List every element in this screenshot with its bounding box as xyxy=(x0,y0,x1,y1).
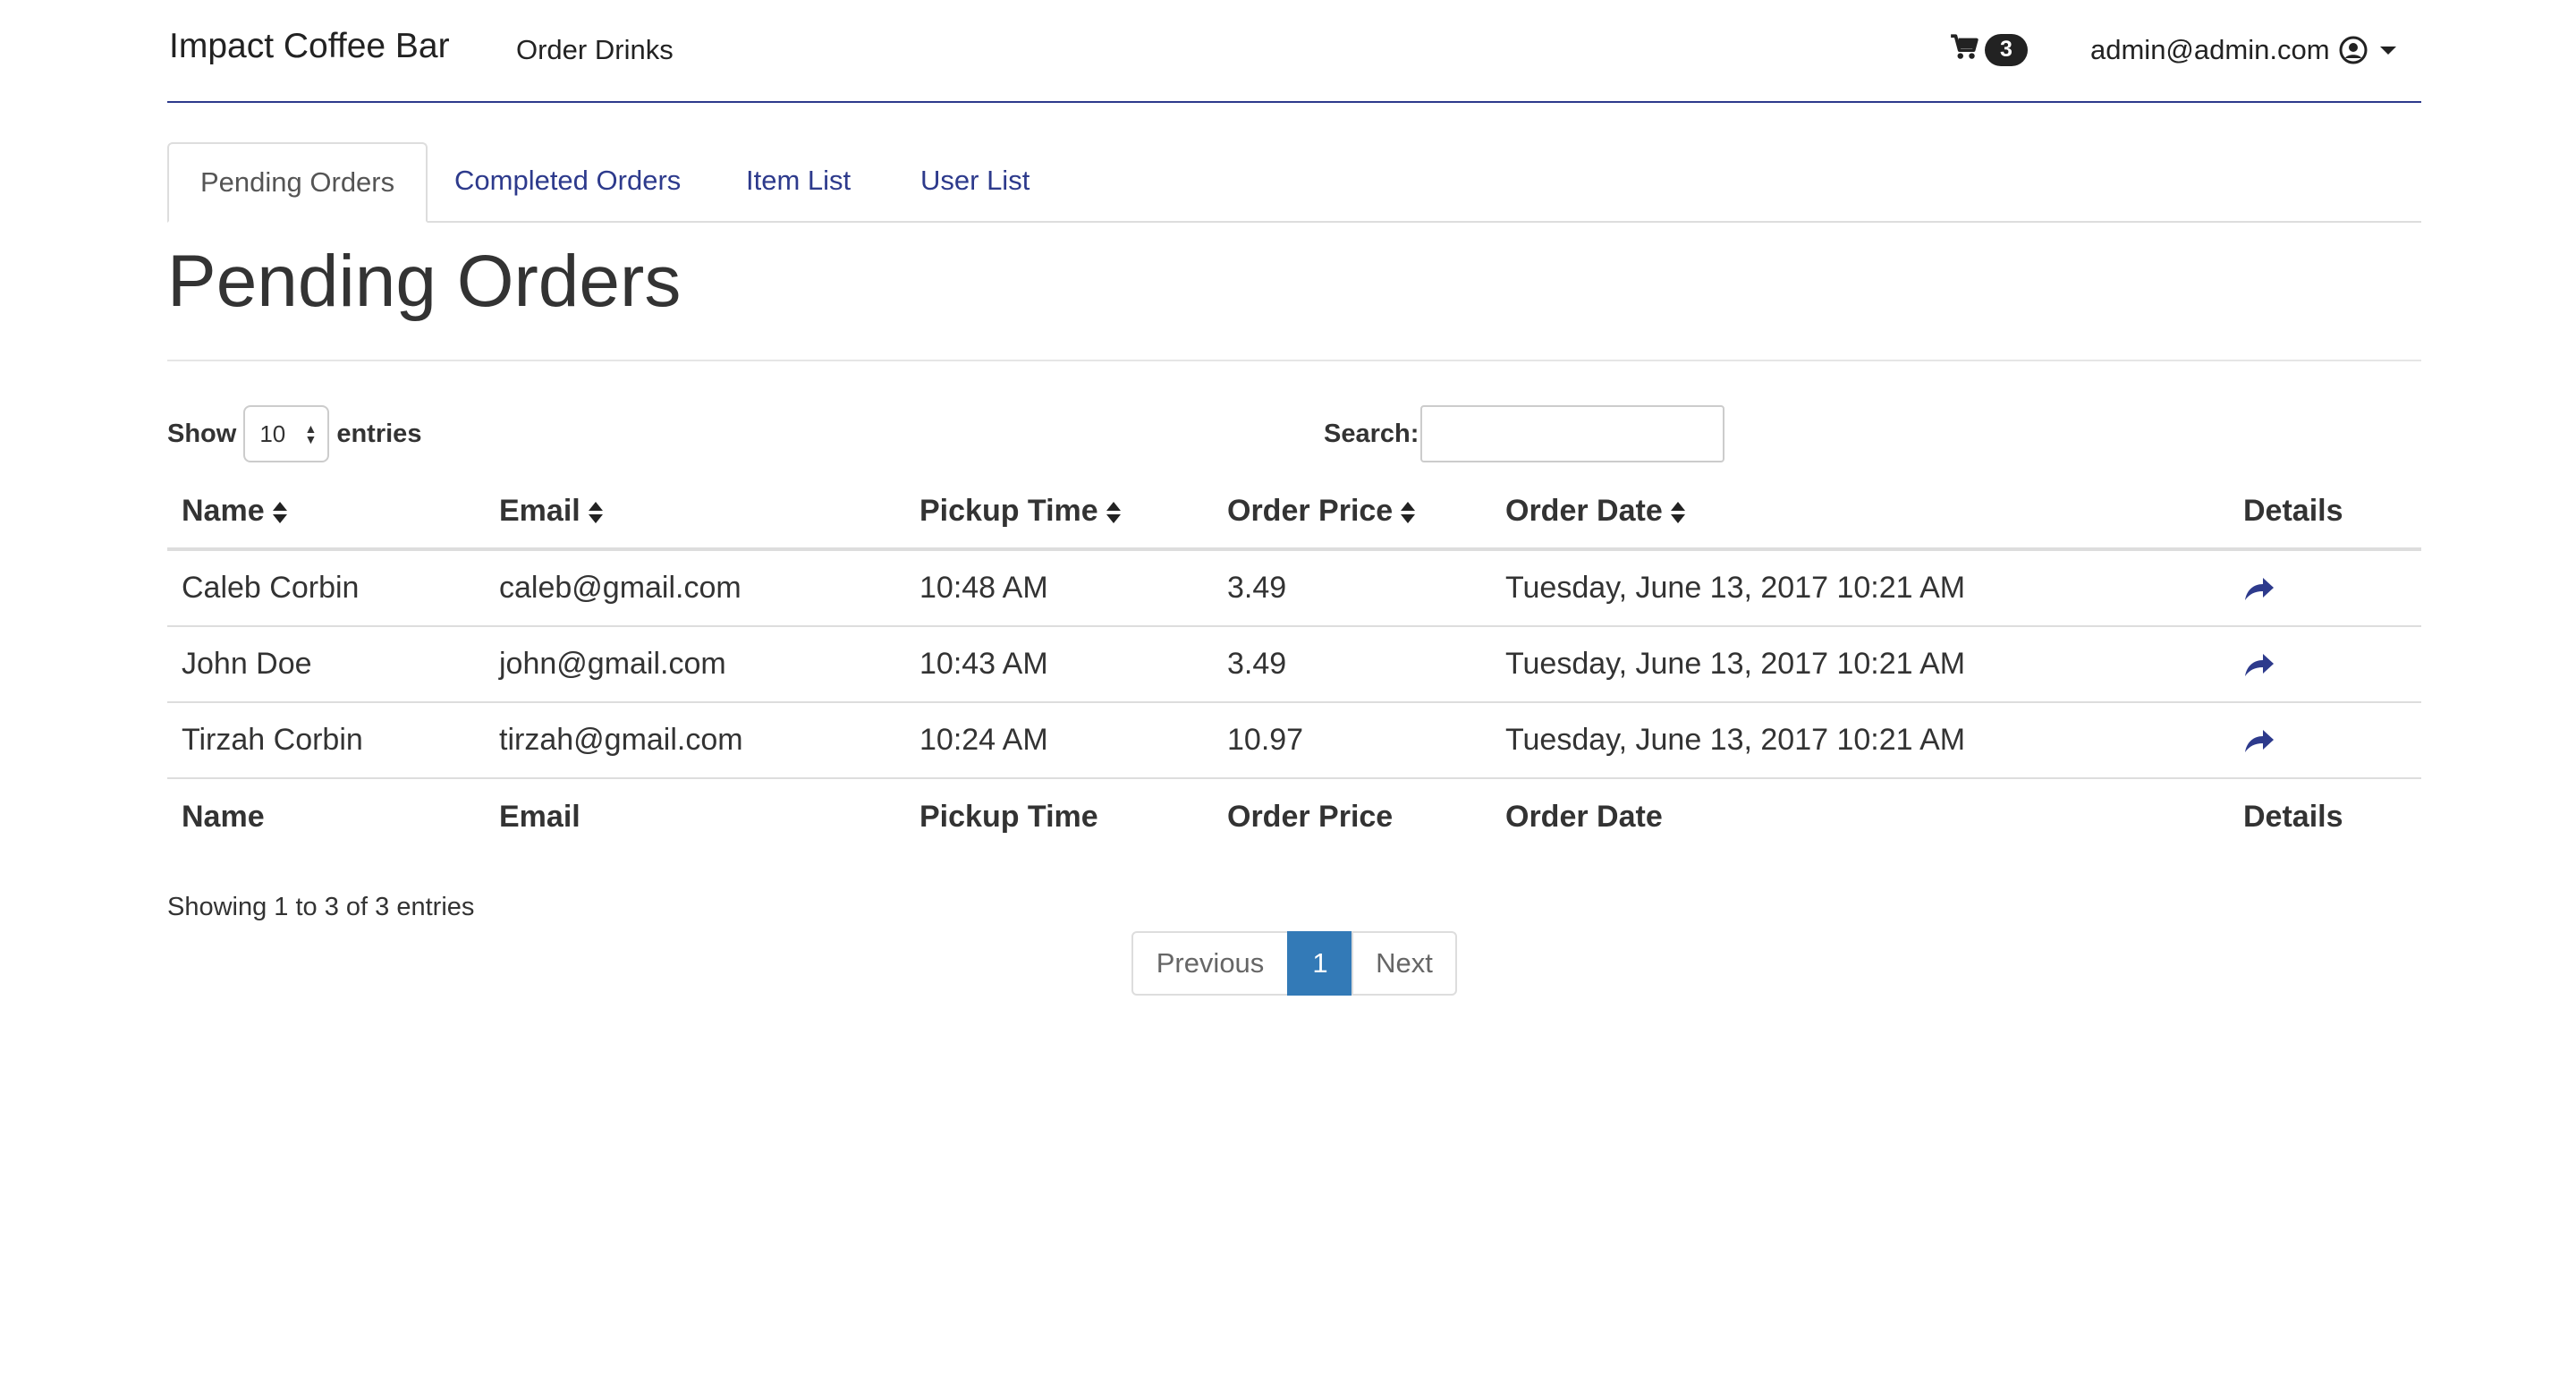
entries-select[interactable]: 10 ▲ ▼ xyxy=(243,405,330,462)
cell-order-date: Tuesday, June 13, 2017 10:21 AM xyxy=(1491,702,2229,779)
cell-email: john@gmail.com xyxy=(485,626,905,703)
previous-page-button[interactable]: Previous xyxy=(1131,931,1289,996)
footer-order-price: Order Price xyxy=(1227,799,1394,834)
sort-icon xyxy=(588,500,604,525)
share-arrow-icon xyxy=(2243,727,2407,754)
details-link[interactable] xyxy=(2229,549,2421,627)
cell-pickup-time: 10:48 AM xyxy=(905,549,1213,627)
page-title: Pending Orders xyxy=(167,241,682,322)
cell-email: tirzah@gmail.com xyxy=(485,702,905,779)
cell-pickup-time: 10:43 AM xyxy=(905,626,1213,703)
cell-email: caleb@gmail.com xyxy=(485,549,905,627)
table-row: Caleb Corbin caleb@gmail.com 10:48 AM 3.… xyxy=(167,549,2421,627)
sort-icon xyxy=(1670,500,1686,525)
footer-email: Email xyxy=(499,799,580,834)
footer-name: Name xyxy=(182,799,265,834)
select-arrows-icon: ▲ ▼ xyxy=(304,421,318,446)
cart-button[interactable]: 3 xyxy=(1949,32,2028,67)
search-input[interactable] xyxy=(1420,405,1725,462)
share-arrow-icon xyxy=(2243,651,2407,678)
brand-link[interactable]: Impact Coffee Bar xyxy=(169,27,450,66)
column-header-order-date[interactable]: Order Date xyxy=(1491,474,2229,551)
user-circle-icon xyxy=(2339,36,2368,64)
sort-icon xyxy=(1106,500,1122,525)
pagination: Previous 1 Next xyxy=(1131,931,1457,996)
column-header-email[interactable]: Email xyxy=(485,474,905,551)
footer-details: Details xyxy=(2243,799,2343,834)
entries-label: entries xyxy=(336,419,422,448)
footer-order-date: Order Date xyxy=(1505,799,1663,834)
cell-order-date: Tuesday, June 13, 2017 10:21 AM xyxy=(1491,549,2229,627)
tab-item-list[interactable]: Item List xyxy=(715,142,882,221)
table-row: John Doe john@gmail.com 10:43 AM 3.49 Tu… xyxy=(167,626,2421,703)
next-page-button[interactable]: Next xyxy=(1352,931,1457,996)
pending-orders-table: Name Email Pickup Time Order Price Order… xyxy=(167,474,2421,854)
table-row: Tirzah Corbin tirzah@gmail.com 10:24 AM … xyxy=(167,702,2421,779)
navbar: Impact Coffee Bar Order Drinks 3 admin@a… xyxy=(167,0,2421,103)
cart-count-badge: 3 xyxy=(1985,33,2028,66)
cell-order-price: 10.97 xyxy=(1213,702,1491,779)
entries-length-control: Show 10 ▲ ▼ entries xyxy=(167,404,421,463)
tab-completed-orders[interactable]: Completed Orders xyxy=(423,142,712,221)
table-info: Showing 1 to 3 of 3 entries xyxy=(167,893,475,921)
cell-pickup-time: 10:24 AM xyxy=(905,702,1213,779)
show-label: Show xyxy=(167,419,237,448)
order-drinks-link[interactable]: Order Drinks xyxy=(516,34,674,66)
cart-icon xyxy=(1949,32,1979,67)
cell-order-price: 3.49 xyxy=(1213,626,1491,703)
share-arrow-icon xyxy=(2243,575,2407,602)
divider xyxy=(167,360,2421,361)
column-header-order-price[interactable]: Order Price xyxy=(1213,474,1491,551)
tab-user-list[interactable]: User List xyxy=(889,142,1061,221)
column-header-details: Details xyxy=(2229,474,2421,551)
entries-select-value: 10 xyxy=(259,420,286,447)
column-header-pickup-time[interactable]: Pickup Time xyxy=(905,474,1213,551)
search-label: Search: xyxy=(1324,419,1419,448)
table-footer-row: Name Email Pickup Time Order Price Order… xyxy=(167,778,2421,854)
details-link[interactable] xyxy=(2229,626,2421,703)
details-link[interactable] xyxy=(2229,702,2421,779)
chevron-down-icon xyxy=(2379,46,2396,55)
sort-icon xyxy=(1400,500,1416,525)
page-1-button[interactable]: 1 xyxy=(1287,931,1353,996)
search-control: Search: xyxy=(1324,404,1725,463)
footer-pickup-time: Pickup Time xyxy=(919,799,1098,834)
user-email: admin@admin.com xyxy=(2090,34,2330,65)
admin-tabs: Pending Orders Completed Orders Item Lis… xyxy=(167,142,2421,223)
cell-name: John Doe xyxy=(167,626,485,703)
cell-name: Caleb Corbin xyxy=(167,549,485,627)
user-menu-dropdown[interactable]: admin@admin.com xyxy=(2090,34,2396,66)
cell-name: Tirzah Corbin xyxy=(167,702,485,779)
cell-order-date: Tuesday, June 13, 2017 10:21 AM xyxy=(1491,626,2229,703)
tab-pending-orders[interactable]: Pending Orders xyxy=(167,142,428,223)
cell-order-price: 3.49 xyxy=(1213,549,1491,627)
column-header-name[interactable]: Name xyxy=(167,474,485,551)
sort-icon xyxy=(272,500,288,525)
